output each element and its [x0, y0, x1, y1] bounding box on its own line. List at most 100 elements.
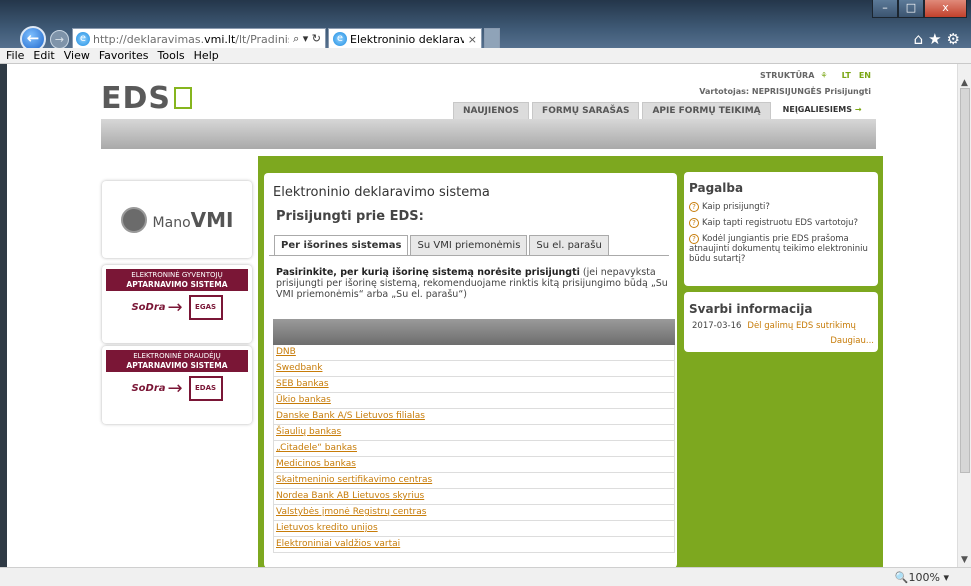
mano-prefix: Mano — [152, 214, 191, 231]
list-item: Swedbank — [273, 361, 675, 377]
more-link[interactable]: Daugiau... — [830, 336, 874, 346]
menu-tools[interactable]: Tools — [158, 49, 185, 62]
bank-link-evaldzios-vartai[interactable]: Elektroniniai valdžios vartai — [276, 539, 400, 549]
egas-graphic: SoDra → EGAS — [106, 295, 248, 320]
top-links: STRUKTŪRA ⚘ LT EN — [760, 71, 871, 80]
bank-link-citadele[interactable]: „Citadele“ bankas — [276, 443, 357, 453]
document-icon — [174, 87, 193, 109]
minimize-button[interactable]: – — [872, 0, 898, 18]
help-item[interactable]: ? Kodėl jungiantis prie EDS prašoma atnau… — [689, 234, 875, 264]
bank-link-ukio[interactable]: Ūkio bankas — [276, 395, 331, 405]
user-status[interactable]: Vartotojas: NEPRISIJUNGĖS Prisijungti — [699, 87, 871, 96]
sodra-logo: SoDra — [131, 383, 166, 394]
bank-link-dnb[interactable]: DNB — [276, 347, 296, 357]
forward-button[interactable]: → — [50, 30, 69, 49]
menu-help[interactable]: Help — [194, 49, 219, 62]
bank-link-medicinos[interactable]: Medicinos bankas — [276, 459, 356, 469]
arrow-right-icon: → — [167, 297, 183, 318]
bank-link-ssc[interactable]: Skaitmeninio sertifikavimo centras — [276, 475, 432, 485]
laptop-icon: EDAS — [188, 376, 223, 401]
bank-link-danske[interactable]: Danske Bank A/S Lietuvos filialas — [276, 411, 425, 421]
ie-page-icon: e — [76, 32, 90, 46]
scroll-up-icon[interactable]: ▲ — [961, 78, 968, 88]
edas-banner-title: ELEKTRONINĖ DRAUDĖJŲ APTARNAVIMO SISTEMA — [106, 350, 248, 372]
help-links: ? Kaip prisijungti? ? Kaip tapti registruo… — [689, 202, 875, 270]
bank-link-seb[interactable]: SEB bankas — [276, 379, 329, 389]
egas-line2: APTARNAVIMO SISTEMA — [126, 280, 228, 289]
help-panel: Pagalba ? Kaip prisijungti? ? Kaip tapti r… — [684, 172, 878, 286]
login-panel: Elektroninio deklaravimo sistema Prisiju… — [264, 173, 677, 567]
help-item[interactable]: ? Kaip tapti registruotu EDS vartotoju? — [689, 218, 875, 228]
bank-link-nordea[interactable]: Nordea Bank AB Lietuvos skyrius — [276, 491, 424, 501]
mano-vmi-banner[interactable]: ManoVMI — [102, 181, 252, 258]
window-controls: – □ x — [872, 0, 967, 18]
nav-naujienos[interactable]: NAUJIENOS — [453, 102, 530, 119]
address-search-refresh-icons[interactable]: ⌕ ▾ ↻ — [289, 32, 325, 46]
egas-banner[interactable]: ELEKTRONINĖ GYVENTOJŲ APTARNAVIMO SISTEM… — [102, 265, 252, 343]
user-face-icon — [120, 206, 147, 233]
list-item: Šiaulių bankas — [273, 425, 675, 441]
tab-e-signature[interactable]: Su el. parašu — [529, 235, 609, 255]
edas-banner[interactable]: ELEKTRONINĖ DRAUDĖJŲ APTARNAVIMO SISTEMA… — [102, 346, 252, 424]
eds-logo[interactable]: EDS — [101, 81, 193, 116]
address-url[interactable]: http://deklaravimas.vmi.lt/lt/Pradinis_P… — [93, 33, 289, 46]
news-link[interactable]: Dėl galimų EDS sutrikimų — [747, 321, 856, 331]
window-titlebar: – □ x ← → e http://deklaravimas.vmi.lt/l… — [0, 0, 971, 52]
instructions-bold: Pasirinkite, per kurią išorinę sistemą n… — [276, 267, 580, 278]
bank-link-swedbank[interactable]: Swedbank — [276, 363, 322, 373]
nav-formu-sarasas[interactable]: FORMŲ SARAŠAS — [532, 102, 640, 119]
vmi-text: VMI — [190, 207, 234, 232]
tab-external-systems[interactable]: Per išorines sistemas — [274, 235, 409, 255]
new-tab-button[interactable] — [484, 28, 500, 50]
zoom-level[interactable]: 🔍100% ▾ — [895, 571, 949, 584]
menu-file[interactable]: File — [6, 49, 24, 62]
edas-line1: ELEKTRONINĖ DRAUDĖJŲ — [133, 352, 221, 360]
menu-view[interactable]: View — [64, 49, 90, 62]
bank-link-kredito-unijos[interactable]: Lietuvos kredito unijos — [276, 523, 378, 533]
sitemap-icon: ⚘ — [820, 71, 828, 80]
list-item: „Citadele“ bankas — [273, 441, 675, 457]
lang-en-link[interactable]: EN — [859, 71, 871, 80]
question-icon: ? — [689, 234, 699, 244]
scroll-down-icon[interactable]: ▼ — [961, 555, 968, 565]
nav-apie-formu-teikima[interactable]: APIE FORMŲ TEIKIMĄ — [642, 102, 771, 119]
page-title: Elektroninio deklaravimo sistema — [273, 185, 490, 200]
help-link-text[interactable]: Kodėl jungiantis prie EDS prašoma atnauj… — [689, 234, 868, 264]
home-favorites-settings-icons[interactable]: ⌂★⚙ — [914, 30, 965, 48]
login-method-tabs: Per išorines sistemas Su VMI priemonėmis… — [274, 235, 611, 255]
lang-lt-link[interactable]: LT — [842, 71, 851, 80]
scroll-thumb[interactable] — [960, 88, 970, 473]
help-link-text[interactable]: Kaip tapti registruotu EDS vartotoju? — [702, 218, 858, 228]
nav-accessibility[interactable]: NEĮGALIESIEMS → — [773, 102, 871, 119]
maximize-button[interactable]: □ — [898, 0, 924, 18]
accessibility-label: NEĮGALIESIEMS — [782, 105, 853, 114]
list-item: Valstybės įmonė Registrų centras — [273, 505, 675, 521]
tab-vmi-means[interactable]: Su VMI priemonėmis — [410, 235, 528, 255]
tab-divider — [269, 255, 669, 256]
edas-graphic: SoDra → EDAS — [106, 376, 248, 401]
help-link-text[interactable]: Kaip prisijungti? — [702, 202, 770, 212]
sodra-logo: SoDra — [131, 302, 166, 313]
struktura-link[interactable]: STRUKTŪRA — [760, 71, 814, 80]
menu-edit[interactable]: Edit — [33, 49, 54, 62]
menu-favorites[interactable]: Favorites — [99, 49, 149, 62]
question-icon: ? — [689, 218, 699, 228]
bank-link-siauliu[interactable]: Šiaulių bankas — [276, 427, 341, 437]
instructions: Pasirinkite, per kurią išorinę sistemą n… — [276, 267, 670, 300]
news-item: 2017-03-16 Dėl galimų EDS sutrikimų — [692, 321, 856, 331]
status-bar: 🔍100% ▾ — [0, 567, 971, 586]
menu-bar: File Edit View Favorites Tools Help — [0, 48, 971, 64]
mano-vmi-logo: ManoVMI — [153, 208, 234, 232]
address-bar[interactable]: e http://deklaravimas.vmi.lt/lt/Pradinis… — [72, 28, 326, 50]
header-banner-bar — [101, 119, 876, 149]
help-item[interactable]: ? Kaip prisijungti? — [689, 202, 875, 212]
edas-line2: APTARNAVIMO SISTEMA — [126, 361, 228, 370]
browser-tab[interactable]: e Elektroninio deklaravimo si... × — [328, 28, 482, 50]
close-window-button[interactable]: x — [924, 0, 967, 18]
bank-link-registru-centras[interactable]: Valstybės įmonė Registrų centras — [276, 507, 426, 517]
close-tab-icon[interactable]: × — [464, 33, 481, 46]
browser-tab-title: Elektroninio deklaravimo si... — [350, 32, 464, 46]
list-item: Skaitmeninio sertifikavimo centras — [273, 473, 675, 489]
vertical-scrollbar[interactable]: ▲ ▼ — [957, 64, 971, 567]
list-item: SEB bankas — [273, 377, 675, 393]
